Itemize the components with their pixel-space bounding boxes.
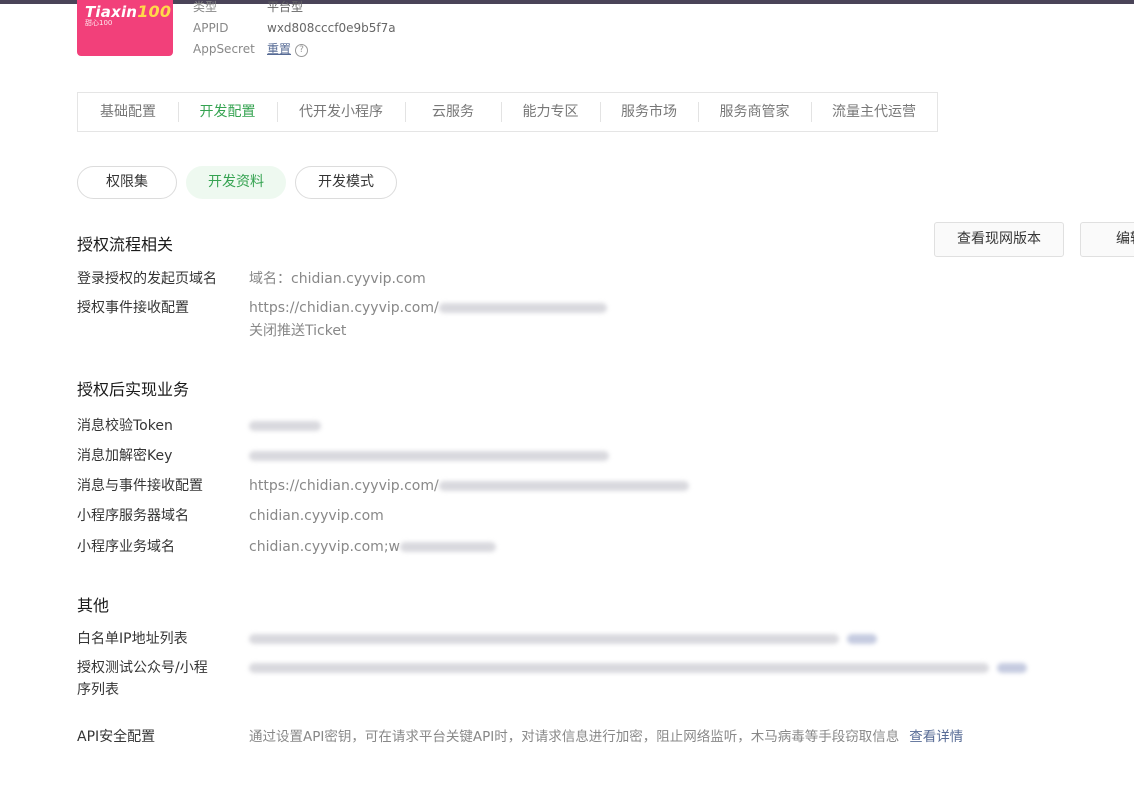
redacted-ip-list <box>249 634 839 644</box>
server-domain-value: chidian.cyyvip.com <box>249 508 384 524</box>
close-ticket-push-link[interactable]: 关闭推送Ticket <box>249 320 346 342</box>
msg-event-url: https://chidian.cyyvip.com/ <box>249 478 439 494</box>
appid-label: APPID <box>193 21 229 35</box>
tab-service-manager[interactable]: 服务商管家 <box>698 92 811 132</box>
section-title-business: 授权后实现业务 <box>77 380 190 399</box>
redacted-key <box>249 451 609 461</box>
encrypt-key-label: 消息加解密Key <box>77 448 173 464</box>
help-icon[interactable]: ? <box>295 44 309 57</box>
logo-number: 100 <box>137 2 172 21</box>
test-accounts-label: 授权测试公众号/小程 序列表 <box>77 660 208 698</box>
appsecret-label: AppSecret <box>193 42 255 56</box>
reset-secret-link[interactable]: 重置 <box>267 42 291 56</box>
redacted-link[interactable] <box>997 663 1027 673</box>
msg-event-label: 消息与事件接收配置 <box>77 478 203 494</box>
biz-domain-label: 小程序业务域名 <box>77 539 175 555</box>
subtab-permissions[interactable]: 权限集 <box>77 166 177 199</box>
api-security-desc: 通过设置API密钥，可在请求平台关键API时，对请求信息进行加密，阻止网络监听，… <box>249 729 900 745</box>
redacted-link[interactable] <box>847 634 877 644</box>
type-value: 平台型 <box>267 0 304 14</box>
api-security-label: API安全配置 <box>77 729 156 745</box>
tab-basic-config[interactable]: 基础配置 <box>78 92 178 132</box>
server-domain-label: 小程序服务器域名 <box>77 508 189 524</box>
tab-service-market[interactable]: 服务市场 <box>600 92 698 132</box>
subtab-dev-mode[interactable]: 开发模式 <box>295 166 397 199</box>
whitelist-label: 白名单IP地址列表 <box>77 631 188 647</box>
edit-button[interactable]: 编辑 <box>1080 222 1134 257</box>
section-title-other: 其他 <box>77 596 110 615</box>
auth-event-url: https://chidian.cyyvip.com/ <box>249 300 439 316</box>
view-details-link[interactable]: 查看详情 <box>909 729 963 745</box>
auth-event-label: 授权事件接收配置 <box>77 300 189 316</box>
tab-dev-miniprogram[interactable]: 代开发小程序 <box>277 92 405 132</box>
biz-domain-value: chidian.cyyvip.com;w <box>249 539 400 555</box>
redacted-text <box>438 481 689 491</box>
type-label: 类型 <box>193 0 218 14</box>
appid-value: wxd808cccf0e9b5f7a <box>267 21 396 35</box>
redacted-account-list <box>249 663 989 673</box>
main-tabs: 基础配置 开发配置 代开发小程序 云服务 能力专区 服务市场 服务商管家 流量主… <box>77 92 938 132</box>
tab-capabilities[interactable]: 能力专区 <box>501 92 600 132</box>
view-current-version-button[interactable]: 查看现网版本 <box>934 222 1064 257</box>
subtab-dev-info[interactable]: 开发资料 <box>186 166 286 199</box>
token-label: 消息校验Token <box>77 418 173 434</box>
tab-dev-config[interactable]: 开发配置 <box>178 92 277 132</box>
redacted-token <box>249 421 321 431</box>
tab-traffic-ops[interactable]: 流量主代运营 <box>811 92 937 132</box>
redacted-text <box>438 303 607 313</box>
logo-subtext: 甜心100 <box>85 19 113 27</box>
login-domain-label: 登录授权的发起页域名 <box>77 271 217 287</box>
tab-cloud-service[interactable]: 云服务 <box>405 92 501 132</box>
redacted-text <box>400 542 496 552</box>
app-logo: Tiaxin100 甜心100 <box>77 0 173 56</box>
login-domain-value: 域名：chidian.cyyvip.com <box>249 271 426 287</box>
section-title-auth-flow: 授权流程相关 <box>77 235 174 254</box>
